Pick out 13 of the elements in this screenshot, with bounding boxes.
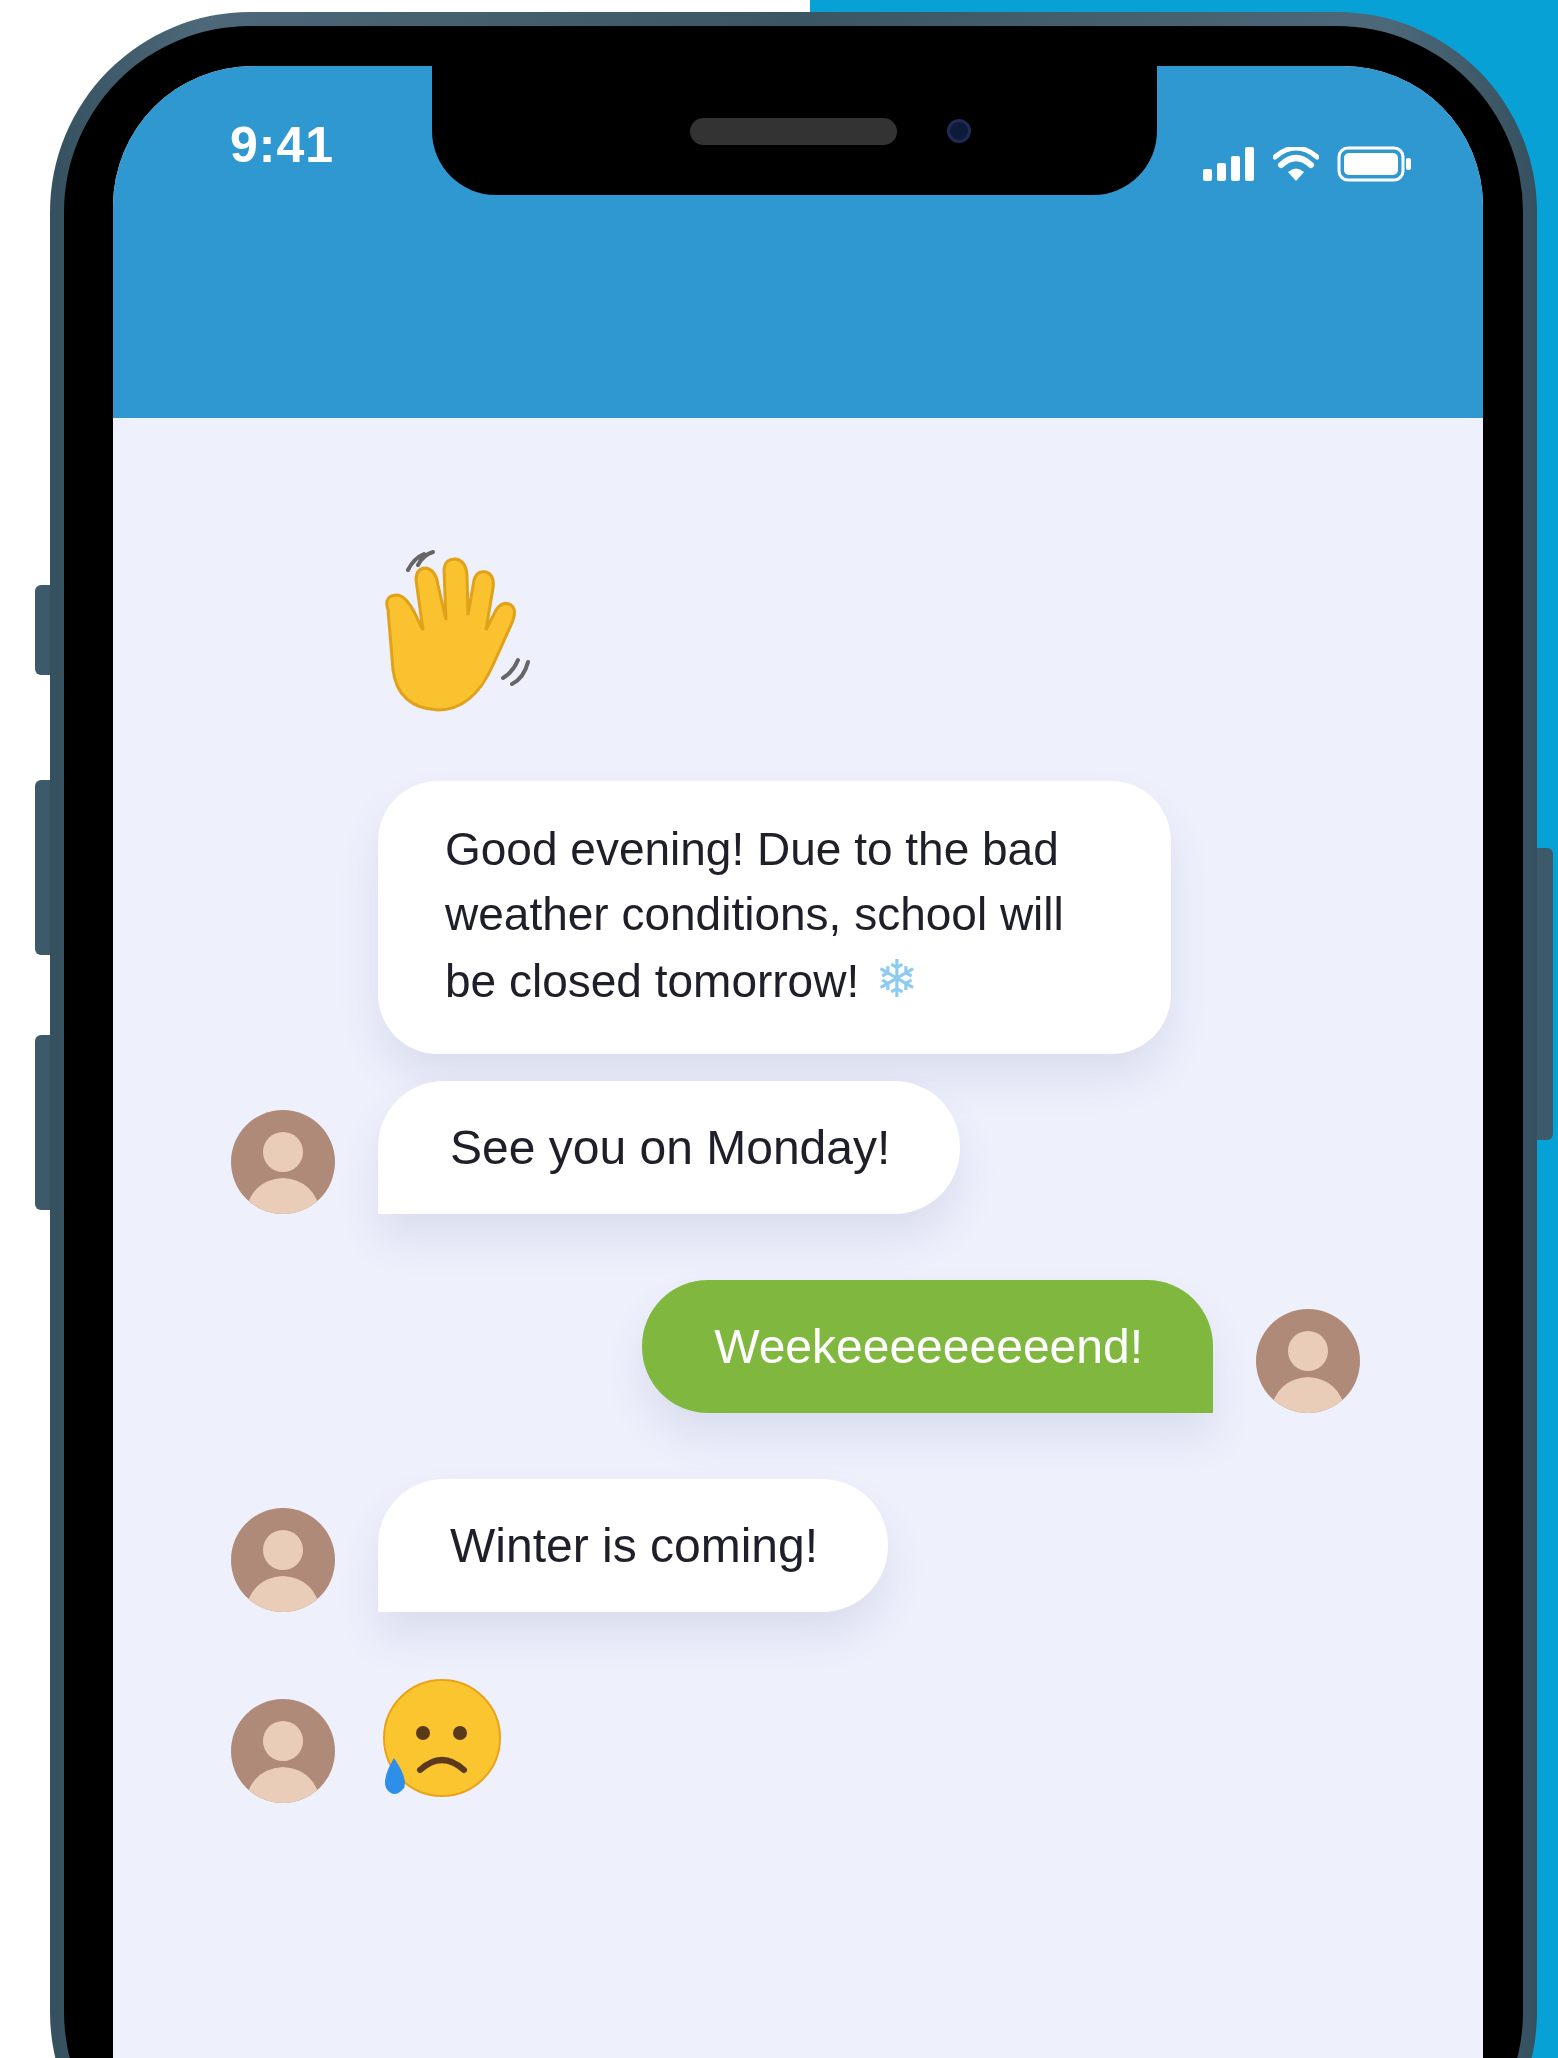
signal-icon xyxy=(1203,147,1255,181)
side-button[interactable] xyxy=(1537,848,1553,1140)
wifi-icon xyxy=(1273,147,1319,181)
side-button[interactable] xyxy=(35,1035,51,1210)
side-button[interactable] xyxy=(35,585,51,675)
battery-icon xyxy=(1337,146,1413,182)
camera-dot xyxy=(947,119,971,143)
side-button[interactable] xyxy=(35,780,51,955)
message-text: See you on Monday! xyxy=(450,1121,891,1174)
message-text: Good evening! Due to the bad weather conditions, school will be closed tomorrow! ❄ xyxy=(445,823,1064,1007)
status-time: 9:41 xyxy=(230,116,335,174)
message-text: Weekeeeeeeeeend! xyxy=(714,1320,1143,1373)
message-text: Winter is coming! xyxy=(450,1519,819,1572)
